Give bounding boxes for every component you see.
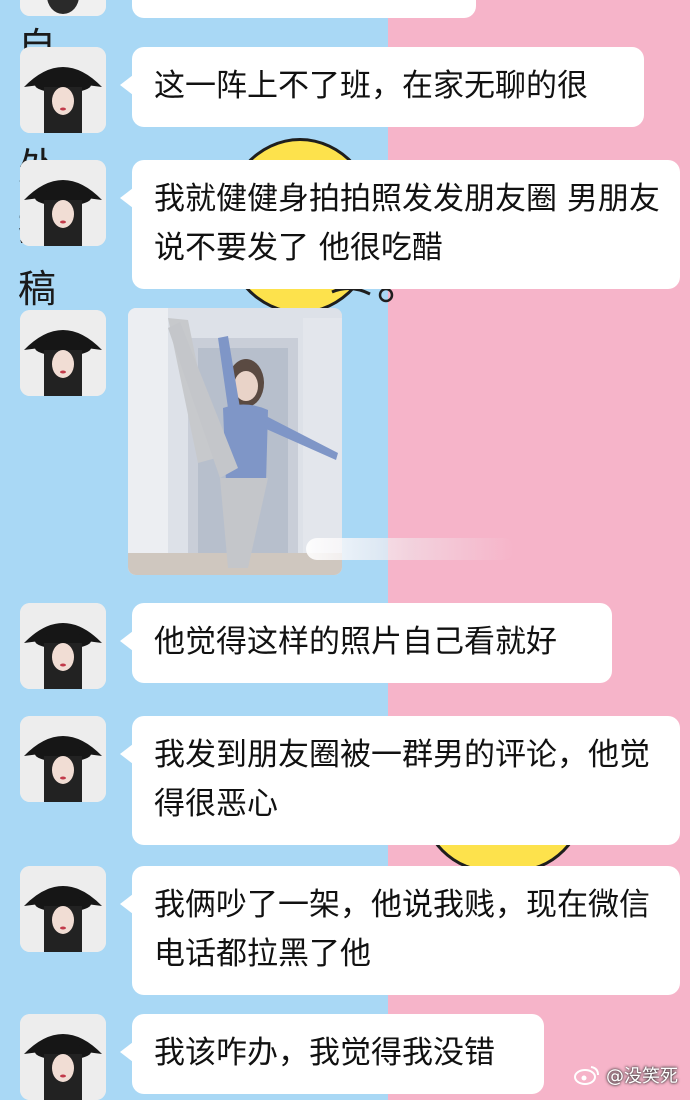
watermark: @没笑死 [574, 1062, 678, 1088]
side-char-4: 稿 [18, 267, 57, 311]
avatar-icon [20, 160, 106, 246]
avatar[interactable] [20, 1014, 106, 1100]
photo-image [128, 308, 342, 575]
message-bubble[interactable]: 我该咋办，我觉得我没错 [120, 1014, 544, 1094]
message-photo[interactable] [128, 308, 342, 575]
weibo-logo-icon [574, 1066, 599, 1085]
message-bubble-previous [132, 0, 476, 18]
watermark-text: @没笑死 [606, 1066, 678, 1087]
message-bubble[interactable]: 他觉得这样的照片自己看就好 [120, 603, 612, 683]
avatar-icon [20, 1014, 106, 1100]
avatar[interactable] [20, 866, 106, 952]
avatar[interactable] [20, 716, 106, 802]
avatar[interactable] [20, 310, 106, 396]
avatar[interactable] [20, 160, 106, 246]
avatar-icon [20, 310, 106, 396]
message-bubble[interactable]: 我发到朋友圈被一群男的评论，他觉得很恶心 [120, 716, 680, 845]
message-bubble[interactable]: 我俩吵了一架，他说我贱，现在微信电话都拉黑了他 [120, 866, 680, 995]
avatar[interactable] [20, 47, 106, 133]
avatar-icon [20, 866, 106, 952]
avatar[interactable] [20, 0, 106, 16]
avatar-icon [20, 603, 106, 689]
avatar-icon [20, 47, 106, 133]
blurred-timestamp [306, 538, 514, 560]
avatar-icon [20, 0, 106, 16]
avatar[interactable] [20, 603, 106, 689]
avatar-icon [20, 716, 106, 802]
message-bubble[interactable]: 我就健健身拍拍照发发朋友圈 男朋友说不要发了 他很吃醋 [120, 160, 680, 289]
message-bubble[interactable]: 这一阵上不了班，在家无聊的很 [120, 47, 644, 127]
